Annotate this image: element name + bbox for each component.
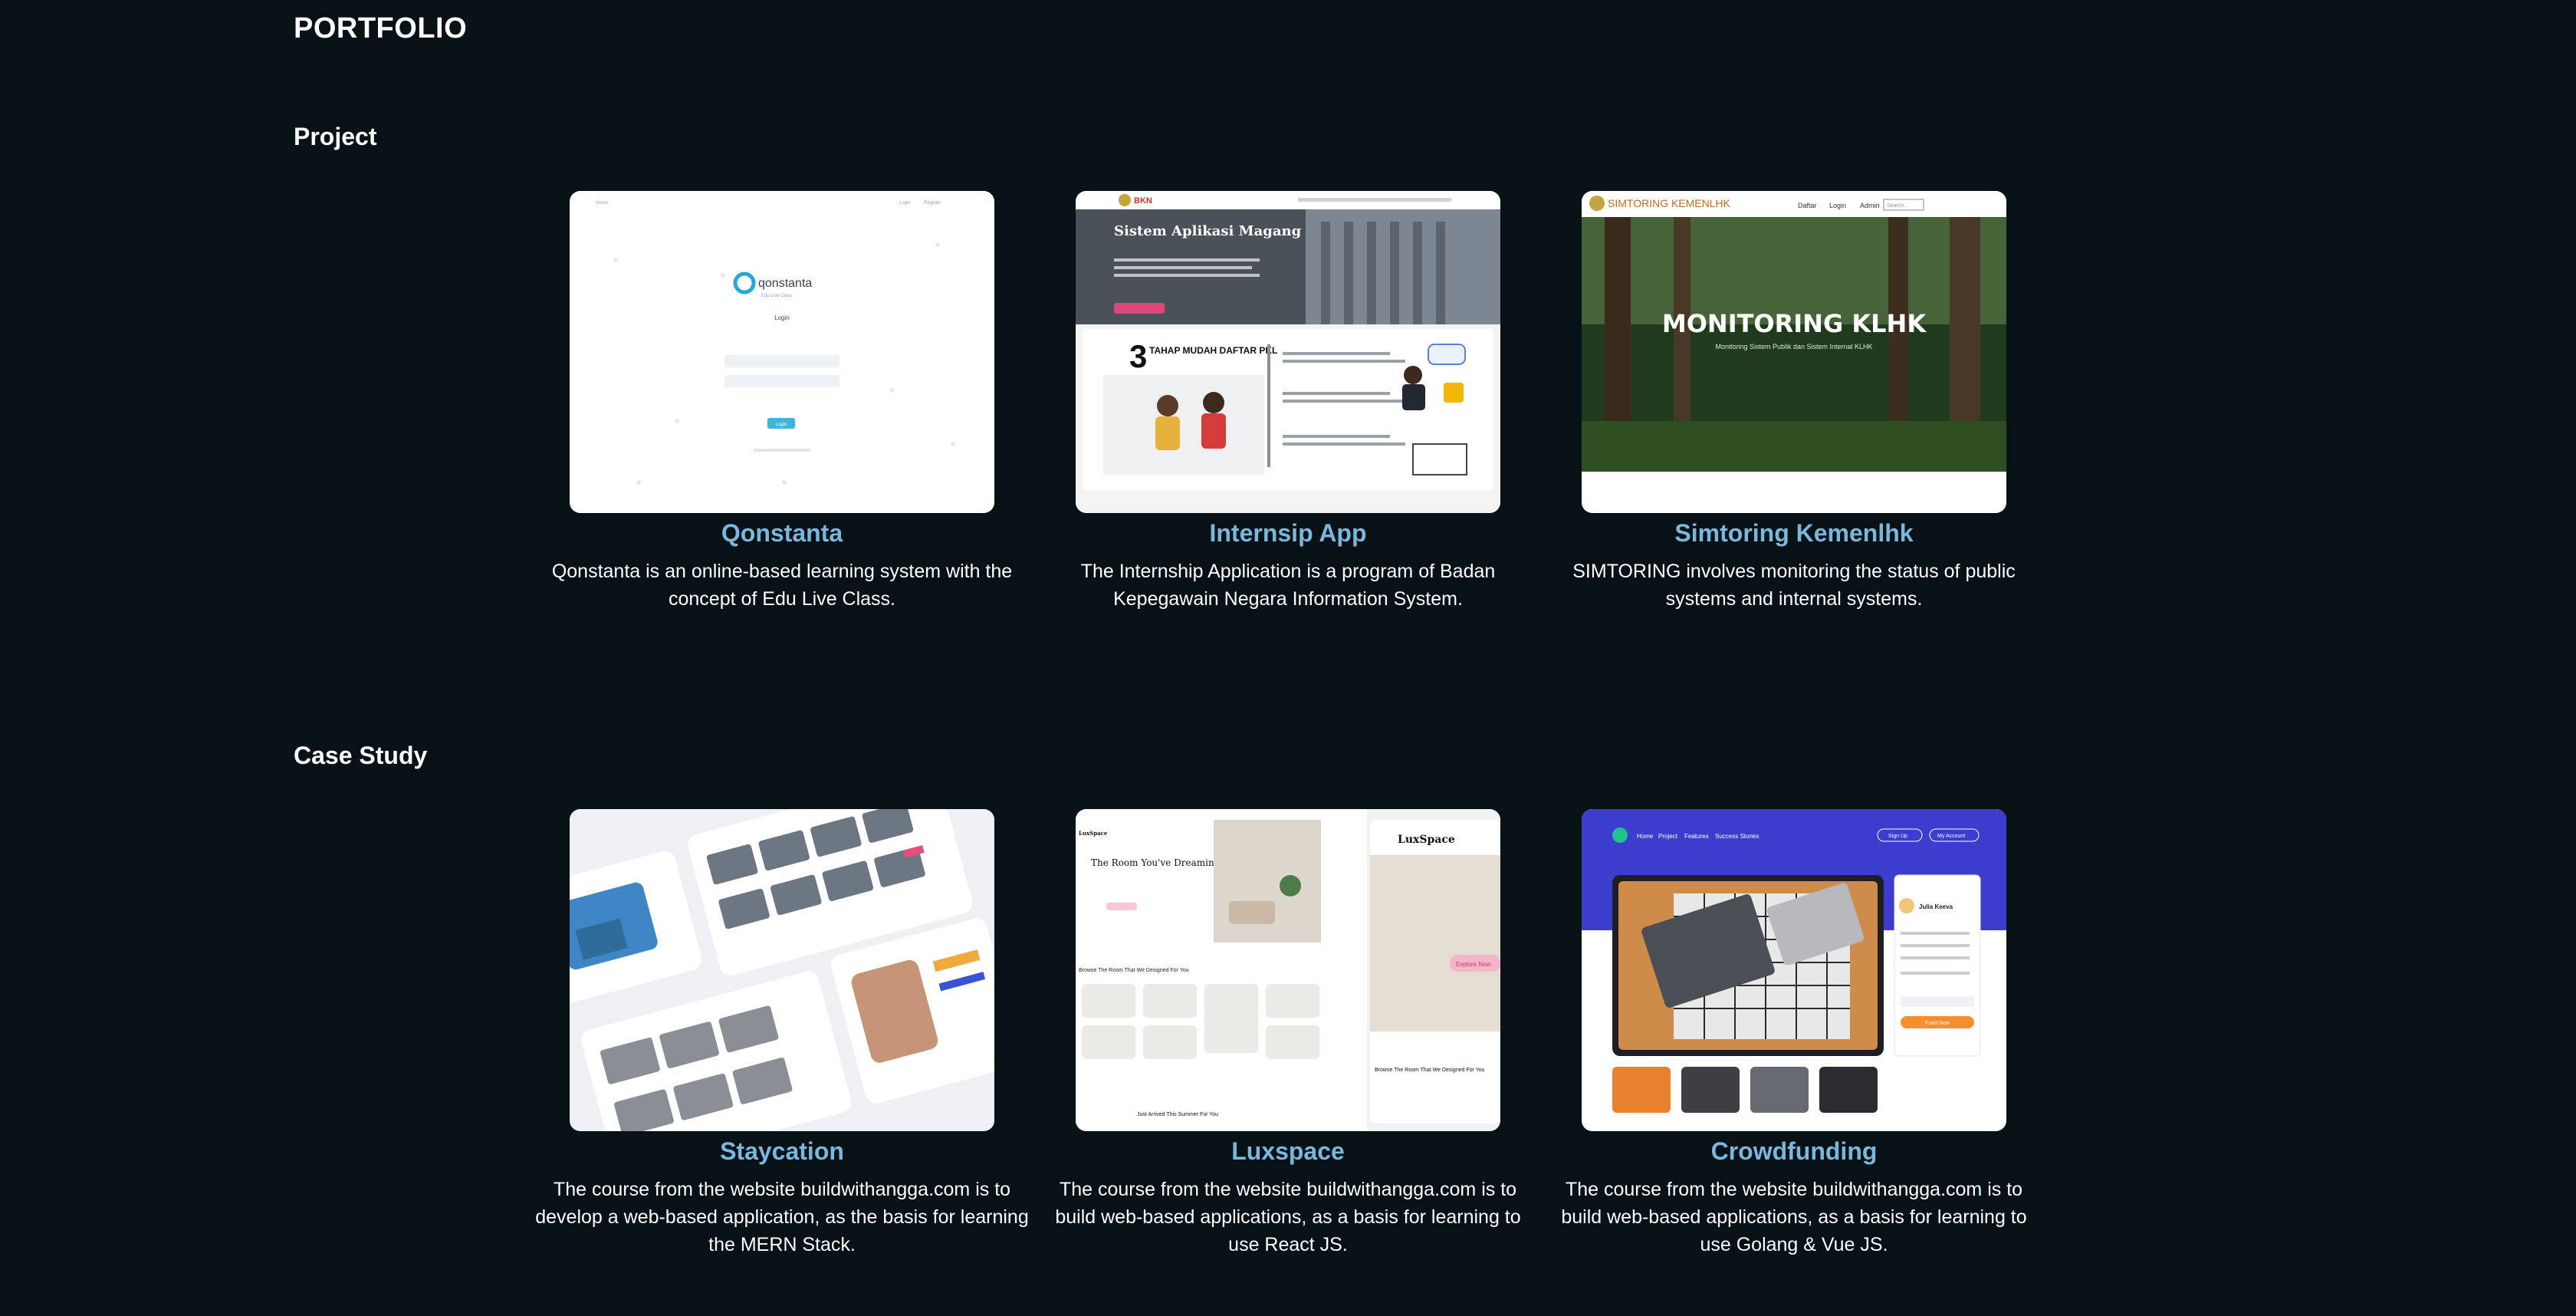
project-title[interactable]: Internsip App xyxy=(1037,519,1539,548)
luxspace-hero-heading: The Room You've Dreaming xyxy=(1091,857,1221,868)
internship-banner-text: TAHAP MUDAH DAFTAR PKL xyxy=(1149,345,1277,356)
project-title[interactable]: Simtoring Kemenlhk xyxy=(1543,519,2045,548)
svg-text:Home: Home xyxy=(596,201,609,206)
crowdfunding-fund-button-text: Fund Now xyxy=(1925,1021,1950,1026)
qonstanta-login-button-text: Login xyxy=(776,423,787,427)
project-description: SIMTORING involves monitoring the status… xyxy=(1572,561,2016,610)
case-study-description: The course from the website buildwithang… xyxy=(1055,1179,1521,1255)
luxspace-brand-text-2: LuxSpace xyxy=(1398,834,1455,846)
case-study-description: The course from the website buildwithang… xyxy=(535,1179,1029,1255)
crowdfunding-signup-text: Sign Up xyxy=(1888,834,1907,839)
project-grid: Home Login Register qonstanta Edu Live C… xyxy=(0,191,2576,620)
luxspace-footer-text: Just Arrived This Summer For You xyxy=(1137,1112,1218,1117)
crowdfunding-account-text: My Account xyxy=(1937,834,1965,839)
internship-brand-text: BKN xyxy=(1134,196,1152,206)
project-thumbnail-qonstanta[interactable]: Home Login Register qonstanta Edu Live C… xyxy=(570,191,994,513)
page-title: PORTFOLIO xyxy=(294,12,468,44)
simtoring-nav-login: Login xyxy=(1829,202,1846,209)
qonstanta-tagline-text: Edu Live Class xyxy=(761,294,792,298)
project-description: Qonstanta is an online-based learning sy… xyxy=(551,561,1013,610)
simtoring-brand-text: SIMTORING KEMENLHK xyxy=(1608,197,1731,209)
case-study-title[interactable]: Staycation xyxy=(531,1137,1033,1166)
crowdfunding-nav-project: Project xyxy=(1658,833,1678,840)
qonstanta-screenshot-image: Home Login Register qonstanta Edu Live C… xyxy=(570,191,994,513)
internship-hero-heading: Sistem Aplikasi Magang xyxy=(1114,223,1302,239)
case-study-title[interactable]: Crowdfunding xyxy=(1543,1137,2045,1166)
simtoring-screenshot-image: SIMTORING KEMENLHK Daftar Login Admin Se… xyxy=(1582,191,2006,513)
svg-text:Login: Login xyxy=(899,201,911,206)
luxspace-screenshot-image: LuxSpace The Room You've Dreaming Browse… xyxy=(1076,809,1500,1131)
case-study-thumbnail-crowdfunding[interactable]: Home Project Features Success Stories Si… xyxy=(1582,809,2006,1131)
qonstanta-login-heading: Login xyxy=(774,314,790,321)
crowdfunding-screenshot-image: Home Project Features Success Stories Si… xyxy=(1582,809,2006,1131)
svg-text:Register: Register xyxy=(924,201,941,206)
project-thumbnail-internship[interactable]: BKN Sistem Aplikasi Magang 3 TAHAP MUDAH… xyxy=(1076,191,1500,513)
simtoring-nav-daftar: Daftar xyxy=(1798,202,1817,209)
case-study-thumbnail-luxspace[interactable]: LuxSpace The Room You've Dreaming Browse… xyxy=(1076,809,1500,1131)
staycation-screenshot-image xyxy=(570,809,994,1131)
crowdfunding-nav-home: Home xyxy=(1637,833,1654,840)
simtoring-hero-subheading: Monitoring Sistem Publik dan Sistem Inte… xyxy=(1715,343,1872,350)
case-study-grid: Staycation The course from the website b… xyxy=(0,809,2576,1255)
luxspace-section-heading-2: Browse The Room That We Designed For You xyxy=(1375,1068,1485,1073)
case-study-thumbnail-staycation[interactable] xyxy=(570,809,994,1131)
case-study-title[interactable]: Luxspace xyxy=(1037,1137,1539,1166)
internship-banner-number: 3 xyxy=(1129,338,1147,374)
simtoring-search-placeholder: Search... xyxy=(1887,203,1908,209)
project-thumbnail-simtoring[interactable]: SIMTORING KEMENLHK Daftar Login Admin Se… xyxy=(1582,191,2006,513)
luxspace-brand-text: LuxSpace xyxy=(1079,830,1108,837)
luxspace-section-heading: Browse The Room That We Designed For You xyxy=(1079,968,1189,973)
crowdfunding-nav-features: Features xyxy=(1684,833,1709,840)
simtoring-hero-heading: MONITORING KLHK xyxy=(1662,309,1927,338)
luxspace-cta-text: Explore Now xyxy=(1456,961,1491,968)
crowdfunding-nav-success: Success Stories xyxy=(1715,833,1759,840)
crowdfunding-person-name: Julia Keeva xyxy=(1919,903,1953,910)
project-title[interactable]: Qonstanta xyxy=(531,519,1033,548)
case-study-description: The course from the website buildwithang… xyxy=(1561,1179,2027,1255)
simtoring-nav-admin: Admin xyxy=(1860,202,1880,209)
qonstanta-logo-text: qonstanta xyxy=(758,277,812,290)
project-description: The Internship Application is a program … xyxy=(1080,561,1496,610)
section-title-project: Project xyxy=(294,123,377,150)
section-title-case-study: Case Study xyxy=(294,742,428,769)
internship-screenshot-image: BKN Sistem Aplikasi Magang 3 TAHAP MUDAH… xyxy=(1076,191,1500,513)
